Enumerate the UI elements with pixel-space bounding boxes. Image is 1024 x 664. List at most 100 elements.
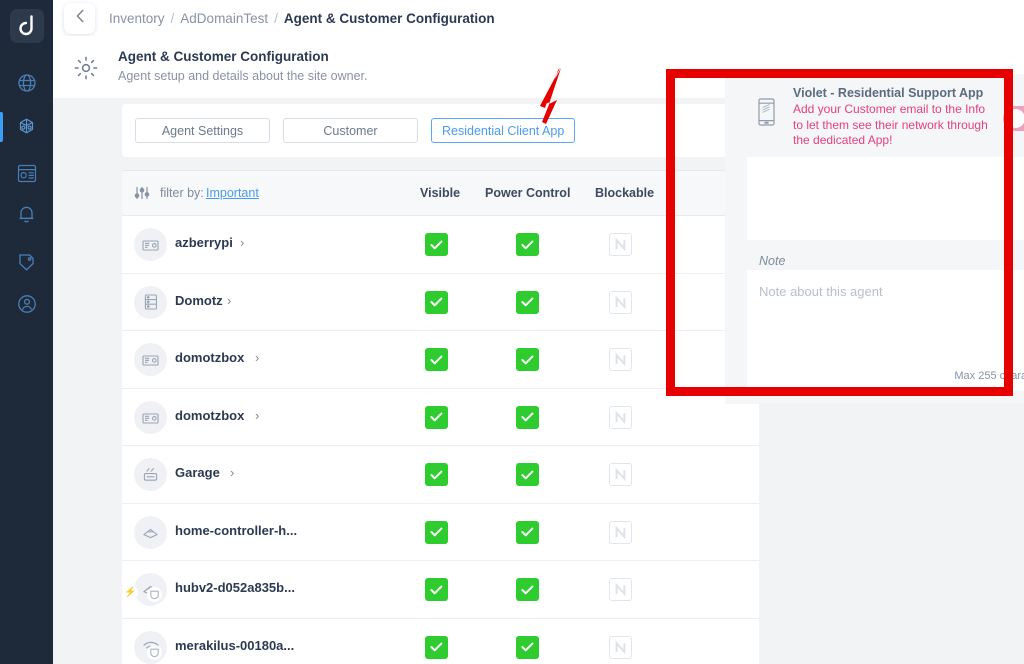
- sidebar-item-network-topology[interactable]: [0, 107, 53, 147]
- sidebar-item-account[interactable]: [0, 284, 53, 324]
- table-row[interactable]: home-controller-h...: [122, 503, 759, 561]
- visible-checkbox[interactable]: [425, 578, 448, 601]
- device-name: domotzbox: [175, 350, 245, 365]
- top-bar: Inventory / AdDomainTest / Agent & Custo…: [53, 0, 1024, 36]
- breadcrumb-addomaintest[interactable]: AdDomainTest: [180, 11, 268, 26]
- visible-checkbox[interactable]: [425, 463, 448, 486]
- table-row[interactable]: Garage ›: [122, 446, 759, 504]
- breadcrumb-inventory[interactable]: Inventory: [109, 11, 165, 26]
- blockable-disabled-icon: [609, 635, 632, 659]
- network-topology-icon: [16, 117, 37, 138]
- breadcrumb-separator-1: /: [170, 10, 175, 26]
- power-control-checkbox[interactable]: [516, 520, 539, 544]
- device-chevron-icon[interactable]: ›: [255, 408, 259, 423]
- power-control-checkbox[interactable]: [516, 463, 539, 486]
- violet-app-toggle[interactable]: [1003, 106, 1024, 131]
- table-row[interactable]: merakilus-00180a...: [122, 618, 759, 664]
- power-control-checkbox[interactable]: [516, 578, 539, 601]
- page-subtitle: Agent setup and details about the site o…: [118, 69, 368, 83]
- blockable-disabled-icon: [609, 348, 632, 371]
- device-list: azberrypi › Domotz › domotzbox › domotzb…: [122, 216, 759, 664]
- toggle-knob: [1006, 109, 1024, 128]
- device-name: home-controller-h...: [175, 522, 298, 538]
- table-row[interactable]: domotzbox ›: [122, 331, 759, 389]
- note-textarea[interactable]: Note about this agent Max 255 characters: [747, 270, 1024, 391]
- note-max-characters: Max 255 characters: [954, 370, 1024, 382]
- column-header-blockable: Blockable: [595, 186, 655, 200]
- table-row[interactable]: Domotz ›: [122, 273, 759, 331]
- blockable-disabled-icon: [609, 520, 632, 544]
- device-name: domotzbox: [175, 407, 245, 423]
- device-chevron-icon[interactable]: ›: [240, 235, 244, 250]
- note-label: Note: [759, 254, 786, 268]
- shield-badge-icon: [147, 644, 162, 660]
- tab-bar: Agent Settings Customer Residential Clie…: [135, 118, 576, 143]
- sidebar-item-notifications[interactable]: [0, 194, 53, 234]
- power-control-checkbox[interactable]: [516, 405, 539, 429]
- tab-residential-client-app[interactable]: Residential Client App: [431, 118, 576, 143]
- right-detail-panel: Violet - Residential Support App Add you…: [725, 74, 1024, 404]
- power-control-checkbox[interactable]: [516, 348, 539, 371]
- note-placeholder: Note about this agent: [759, 284, 883, 299]
- breadcrumb-current: Agent & Customer Configuration: [283, 10, 495, 26]
- chevron-left-icon: [75, 9, 85, 28]
- blockable-disabled-icon: [609, 405, 632, 429]
- router-device-icon: [134, 343, 167, 376]
- blockable-disabled-icon: [609, 578, 632, 601]
- column-header-power-control: Power Control: [485, 186, 571, 200]
- visible-checkbox[interactable]: [425, 290, 448, 314]
- visible-checkbox[interactable]: [425, 635, 448, 659]
- visible-checkbox[interactable]: [425, 233, 448, 256]
- visible-checkbox[interactable]: [425, 348, 448, 371]
- blockable-disabled-icon: [609, 233, 632, 256]
- app-root: Inventory / AdDomainTest / Agent & Custo…: [0, 0, 1024, 664]
- device-name: azberrypi: [175, 235, 233, 250]
- user-account-icon: [17, 294, 37, 314]
- table-row[interactable]: azberrypi ›: [122, 216, 759, 274]
- device-name: Domotz: [175, 292, 223, 308]
- device-name: merakilus-00180a...: [175, 637, 295, 653]
- breadcrumb: Inventory / AdDomainTest / Agent & Custo…: [109, 0, 495, 36]
- tab-customer[interactable]: Customer: [283, 118, 418, 143]
- page-title: Agent & Customer Configuration: [118, 49, 329, 64]
- controller-device-icon: [134, 515, 167, 549]
- mobile-phone-icon: [758, 98, 775, 131]
- column-header-visible: Visible: [420, 186, 461, 200]
- bell-notifications-icon: [17, 204, 36, 224]
- table-row[interactable]: domotzbox ›: [122, 388, 759, 446]
- network-globe-icon: [17, 73, 37, 93]
- shield-badge-icon: [147, 587, 162, 602]
- back-button[interactable]: [64, 3, 95, 34]
- device-name: hubv2-d052a835b...: [175, 580, 295, 595]
- device-name: Garage: [175, 465, 220, 480]
- power-control-checkbox[interactable]: [516, 290, 539, 314]
- ticket-tag-icon: [17, 252, 36, 271]
- dashboard-news-icon: [17, 164, 37, 183]
- power-control-checkbox[interactable]: [516, 635, 539, 659]
- sidebar-item-tickets[interactable]: [0, 241, 53, 281]
- router-device-icon: [134, 400, 167, 434]
- sidebar-item-dashboard[interactable]: [0, 153, 53, 193]
- visible-checkbox[interactable]: [425, 520, 448, 544]
- visible-checkbox[interactable]: [425, 405, 448, 429]
- breadcrumb-separator-2: /: [274, 10, 278, 26]
- device-chevron-icon[interactable]: ›: [255, 350, 259, 365]
- gear-icon: [68, 50, 104, 86]
- left-sidebar: [0, 0, 53, 664]
- table-row[interactable]: ⚡ hubv2-d052a835b...: [122, 561, 759, 619]
- filter-sliders-icon[interactable]: [134, 185, 150, 206]
- violet-app-card: [747, 157, 1024, 240]
- domotz-logo[interactable]: [10, 9, 44, 43]
- lightning-badge-icon: ⚡: [123, 585, 138, 600]
- filter-bar: filter by: Important Visible Power Contr…: [122, 170, 759, 216]
- device-chevron-icon[interactable]: ›: [227, 293, 231, 308]
- power-control-checkbox[interactable]: [516, 233, 539, 256]
- blockable-disabled-icon: [609, 290, 632, 314]
- filter-important-link[interactable]: Important: [206, 186, 259, 200]
- tab-agent-settings[interactable]: Agent Settings: [135, 118, 270, 143]
- device-chevron-icon[interactable]: ›: [230, 465, 234, 480]
- tabs-card: Agent Settings Customer Residential Clie…: [122, 104, 759, 157]
- content-area: Agent Settings Customer Residential Clie…: [53, 74, 1024, 664]
- sidebar-item-network-globe[interactable]: [0, 63, 53, 103]
- router-device-icon: [134, 228, 167, 261]
